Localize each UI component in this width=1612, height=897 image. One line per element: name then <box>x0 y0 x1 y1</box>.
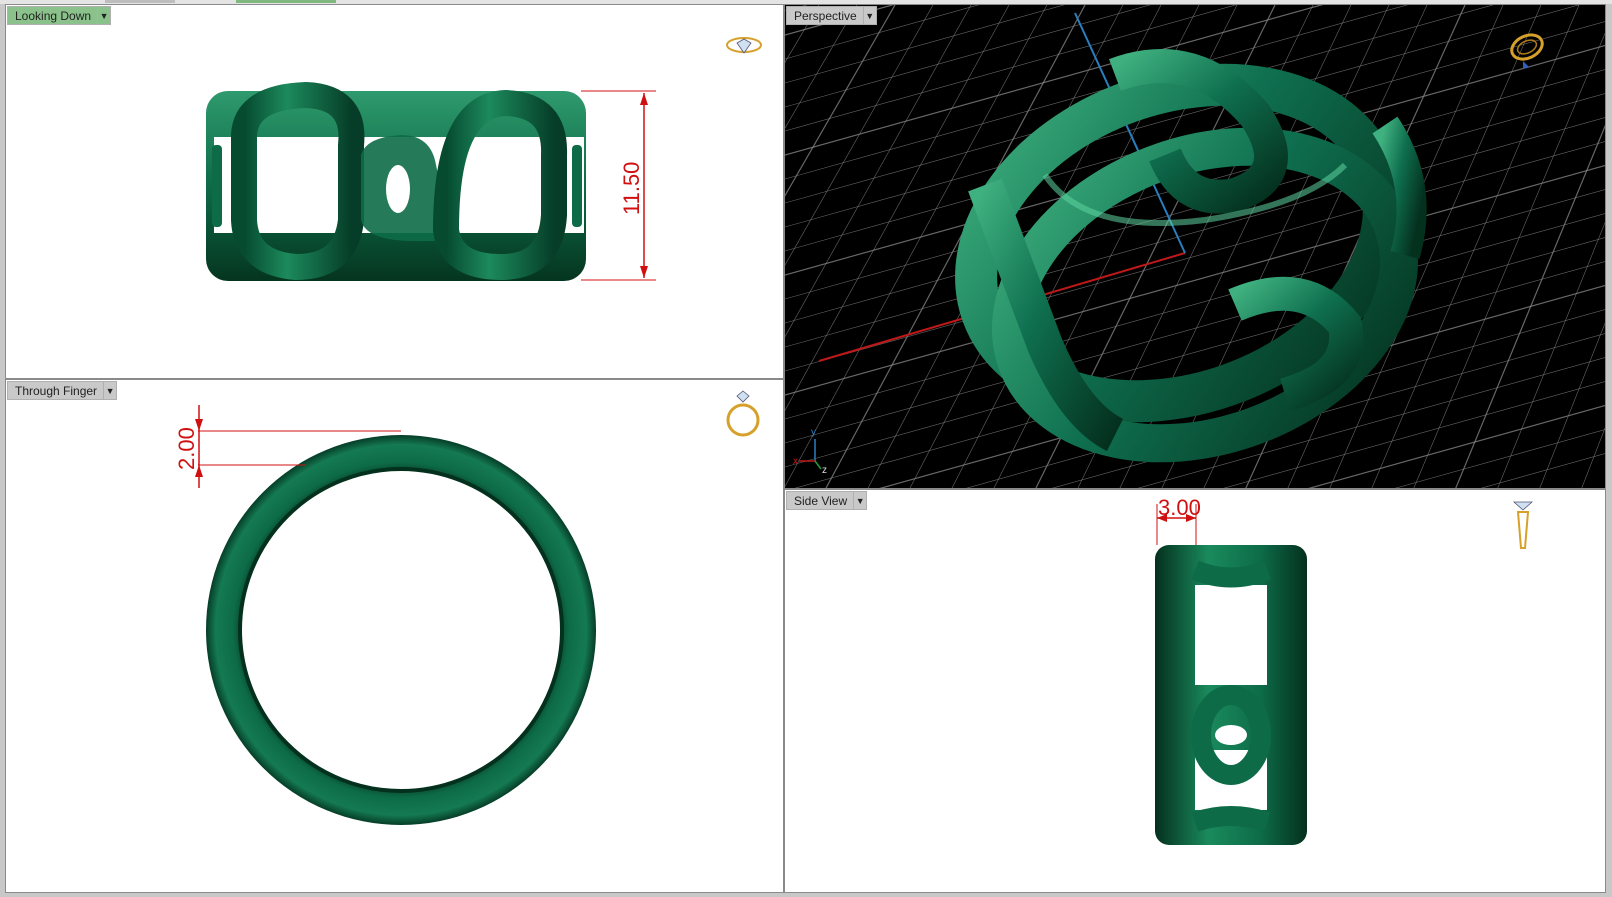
link-hole <box>386 165 410 213</box>
looking-down-canvas: 11.50 <box>206 81 656 281</box>
grid-line <box>785 5 820 63</box>
grid-line <box>785 5 895 36</box>
link-hole <box>1215 725 1247 745</box>
viewport-title: Perspective <box>786 6 863 25</box>
viewport-label-through-finger[interactable]: Through Finger ▼ <box>7 381 118 400</box>
chevron-down-icon[interactable]: ▼ <box>853 491 868 510</box>
grid-line <box>1539 322 1605 488</box>
grid-line <box>1497 221 1605 488</box>
chain-link <box>1191 806 1271 832</box>
gizmo-z-axis <box>814 460 822 470</box>
chevron-down-icon[interactable]: ▼ <box>103 381 118 400</box>
viewport-through-finger[interactable]: Through Finger ▼ 2.00 <box>5 379 784 893</box>
side-view-canvas: 3.00 <box>1155 495 1307 845</box>
ring-side-view-icon[interactable] <box>1510 498 1536 554</box>
gizmo-z-label: z <box>822 465 827 476</box>
viewport-side-view[interactable]: Side View ▼ 3.00 <box>784 489 1606 893</box>
ring-front-view-icon[interactable] <box>724 388 762 440</box>
gizmo-x-label: x <box>793 456 798 467</box>
dimension-arrow <box>640 266 648 278</box>
top-strip-segment <box>105 0 175 3</box>
dimension-value: 3.00 <box>1158 495 1201 520</box>
ring-perspective-icon[interactable] <box>1505 25 1549 71</box>
through-finger-canvas: 2.00 <box>174 405 596 825</box>
gizmo-y-label: y <box>811 427 816 438</box>
grid-line <box>1581 427 1605 488</box>
viewport-label-looking-down[interactable]: Looking Down ▼ <box>7 6 112 25</box>
jewelry-cad-window: Looking Down ▼ 11.50 Perspective ▼ y x z… <box>0 0 1612 897</box>
grid-line <box>785 5 972 338</box>
link-hole <box>294 169 310 209</box>
ring-side-tab <box>212 145 222 227</box>
viewport-perspective[interactable]: Perspective ▼ y x z <box>784 4 1606 489</box>
viewport-label-perspective[interactable]: Perspective ▼ <box>786 6 877 25</box>
ring-top-view-icon[interactable] <box>724 31 764 59</box>
dimension-arrow <box>640 93 648 105</box>
viewport-looking-down[interactable]: Looking Down ▼ 11.50 <box>5 4 784 379</box>
viewport-label-side-view[interactable]: Side View ▼ <box>786 491 868 510</box>
top-strip-active-segment <box>236 0 336 3</box>
grid-line <box>785 5 896 197</box>
grid-line <box>785 5 934 266</box>
side-gap-upper <box>1195 585 1267 685</box>
grid-line <box>1455 124 1605 488</box>
viewport-title: Side View <box>786 491 854 510</box>
link-hole <box>488 169 504 209</box>
viewport-title: Through Finger <box>7 381 104 400</box>
ring-side-tab <box>572 145 582 227</box>
chevron-down-icon[interactable]: ▼ <box>97 6 112 25</box>
finger-opening <box>241 470 561 790</box>
chevron-down-icon[interactable]: ▼ <box>862 6 877 25</box>
perspective-canvas: y x z <box>785 5 1605 488</box>
chain-link <box>1191 560 1271 588</box>
dimension-value: 2.00 <box>174 427 199 470</box>
dimension-value: 11.50 <box>619 162 644 215</box>
viewport-title: Looking Down <box>7 6 98 25</box>
grid-line <box>785 5 858 129</box>
